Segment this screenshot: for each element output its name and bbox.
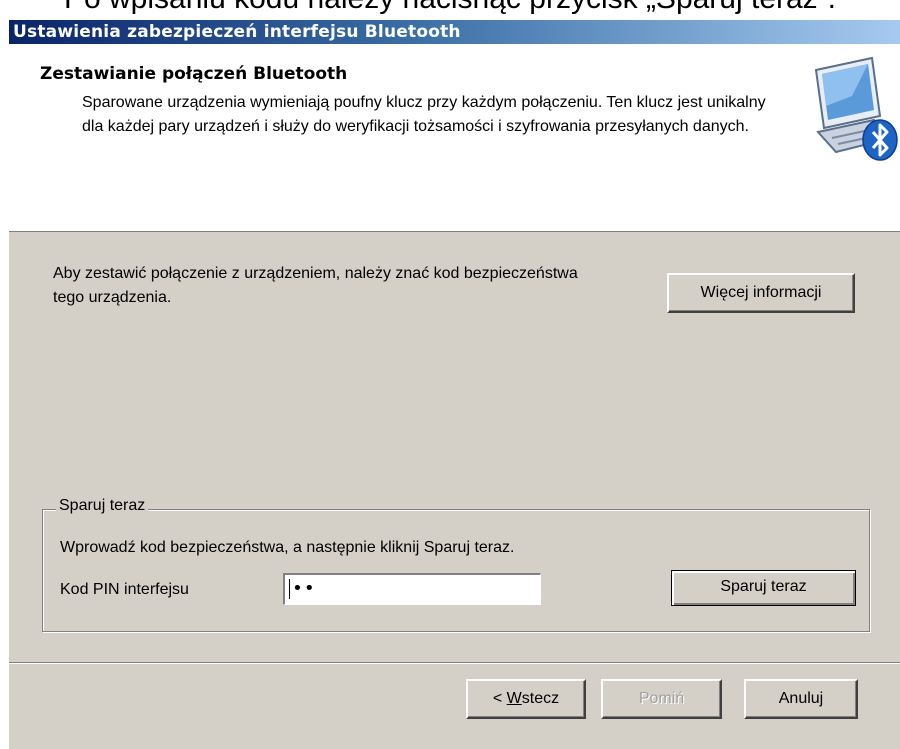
title-bar[interactable]: Ustawienia zabezpieczeń interfejsu Bluet… — [9, 20, 900, 44]
header-title: Zestawianie połączeń Bluetooth — [40, 64, 348, 84]
window-title: Ustawienia zabezpieczeń interfejsu Bluet… — [13, 22, 461, 42]
pin-label: Kod PIN interfejsu — [60, 581, 189, 598]
back-mnemonic: W — [506, 690, 522, 707]
pin-value: •• — [292, 578, 316, 599]
back-prefix: < — [492, 690, 507, 707]
pin-input[interactable]: •• — [283, 573, 541, 605]
header-description: Sparowane urządzenia wymieniają poufny k… — [82, 94, 766, 135]
cancel-button[interactable]: Anuluj — [744, 679, 858, 719]
more-info-button[interactable]: Więcej informacji — [667, 273, 855, 313]
pair-instruction: Wprowadź kod bezpieczeństwa, a następnie… — [60, 539, 515, 556]
wizard-header: Zestawianie połączeń Bluetooth Sparowane… — [9, 44, 900, 231]
instruction-text: Aby zestawić połączenie z urządzeniem, n… — [53, 265, 578, 306]
back-label-rest: stecz — [521, 690, 560, 707]
skip-button[interactable]: Pomiń — [601, 679, 722, 719]
text-caret — [289, 579, 290, 599]
back-button[interactable]: < Wstecz — [466, 679, 586, 719]
pair-now-button[interactable]: Sparuj teraz — [671, 570, 856, 606]
bluetooth-security-dialog: Ustawienia zabezpieczeń interfejsu Bluet… — [9, 20, 900, 749]
bluetooth-computer-icon — [814, 56, 898, 161]
footer-separator — [9, 662, 900, 664]
pair-group-legend: Sparuj teraz — [56, 497, 149, 515]
page-caption: Po wpisaniu kodu należy nacisnąć przycis… — [0, 0, 900, 18]
